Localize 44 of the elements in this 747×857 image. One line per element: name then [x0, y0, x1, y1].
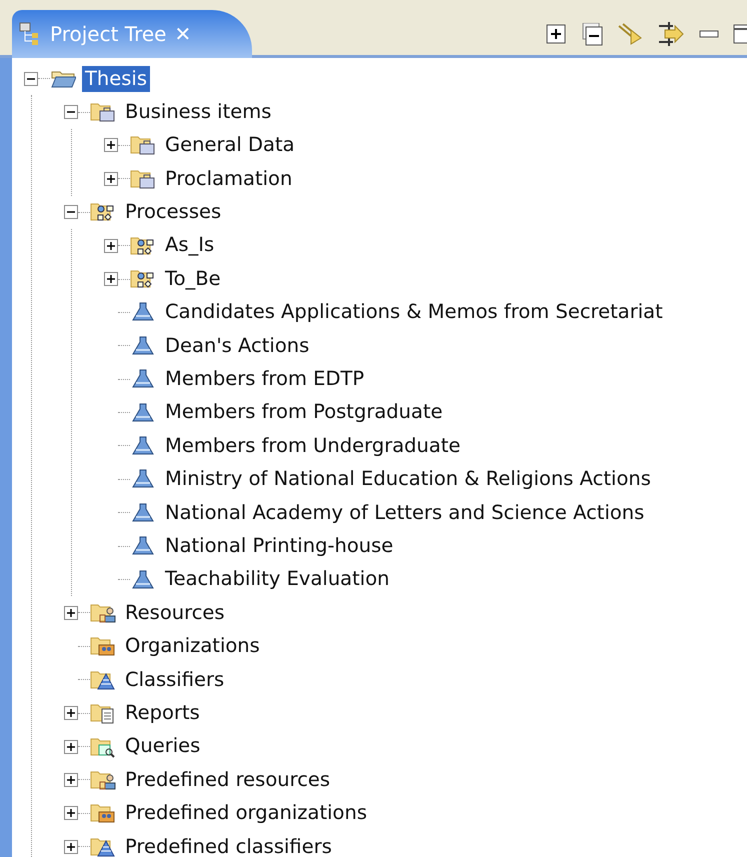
collapse-toggle[interactable]: [24, 72, 38, 86]
expand-toggle[interactable]: [64, 840, 78, 854]
collapse-toggle[interactable]: [64, 205, 78, 220]
tree-item[interactable]: As_Is: [162, 232, 218, 259]
tree-item[interactable]: Reports: [122, 700, 203, 726]
expand-toggle[interactable]: [64, 740, 78, 754]
expand-toggle[interactable]: [64, 606, 78, 620]
tree-item[interactable]: Organizations: [122, 633, 263, 660]
expand-toggle[interactable]: [64, 706, 78, 720]
tree-item[interactable]: Candidates Applications & Memos from Secretariat: [162, 299, 666, 326]
minimize-icon[interactable]: [699, 30, 719, 38]
tree-item[interactable]: Predefined organizations: [122, 800, 370, 826]
collapse-all-icon[interactable]: [581, 22, 603, 46]
tree-item[interactable]: Predefined classifiers: [122, 834, 335, 857]
tree-item[interactable]: Teachability Evaluation: [162, 566, 392, 593]
view-title: Project Tree: [50, 21, 166, 48]
expand-toggle[interactable]: [104, 272, 118, 286]
tree-item[interactable]: General Data: [162, 132, 298, 159]
collapse-toggle[interactable]: [64, 105, 78, 120]
tree-item[interactable]: Dean's Actions: [162, 332, 312, 359]
tree-item[interactable]: Thesis: [82, 66, 150, 92]
link-arrows-icon[interactable]: [617, 22, 643, 46]
expand-toggle[interactable]: [64, 806, 78, 820]
tree-item[interactable]: Members from Postgraduate: [162, 399, 446, 426]
expand-toggle[interactable]: [104, 138, 118, 152]
tree-item[interactable]: Members from Undergraduate: [162, 432, 464, 460]
tree-item[interactable]: Proclamation: [162, 166, 296, 192]
maximize-icon[interactable]: [733, 24, 747, 44]
expand-all-icon[interactable]: [545, 23, 567, 45]
sync-arrows-icon[interactable]: [657, 20, 685, 48]
tree-item[interactable]: Resources: [122, 600, 228, 626]
expand-toggle[interactable]: [104, 238, 118, 253]
tree-item[interactable]: Queries: [122, 733, 204, 760]
tree-item[interactable]: Classifiers: [122, 666, 228, 693]
tree-item[interactable]: To_Be: [162, 266, 224, 292]
tree-item[interactable]: National Printing-house: [162, 533, 396, 560]
tree-item[interactable]: Business items: [122, 98, 274, 126]
tree-item[interactable]: Members from EDTP: [162, 366, 368, 392]
tree-item[interactable]: Ministry of National Education & Religions Actions: [162, 466, 654, 493]
tree-item[interactable]: National Academy of Letters and Science Actions: [162, 500, 648, 526]
expand-toggle[interactable]: [104, 172, 118, 186]
tree-item[interactable]: Predefined resources: [122, 766, 334, 794]
tree-item[interactable]: Processes: [122, 199, 224, 226]
expand-toggle[interactable]: [64, 772, 78, 787]
